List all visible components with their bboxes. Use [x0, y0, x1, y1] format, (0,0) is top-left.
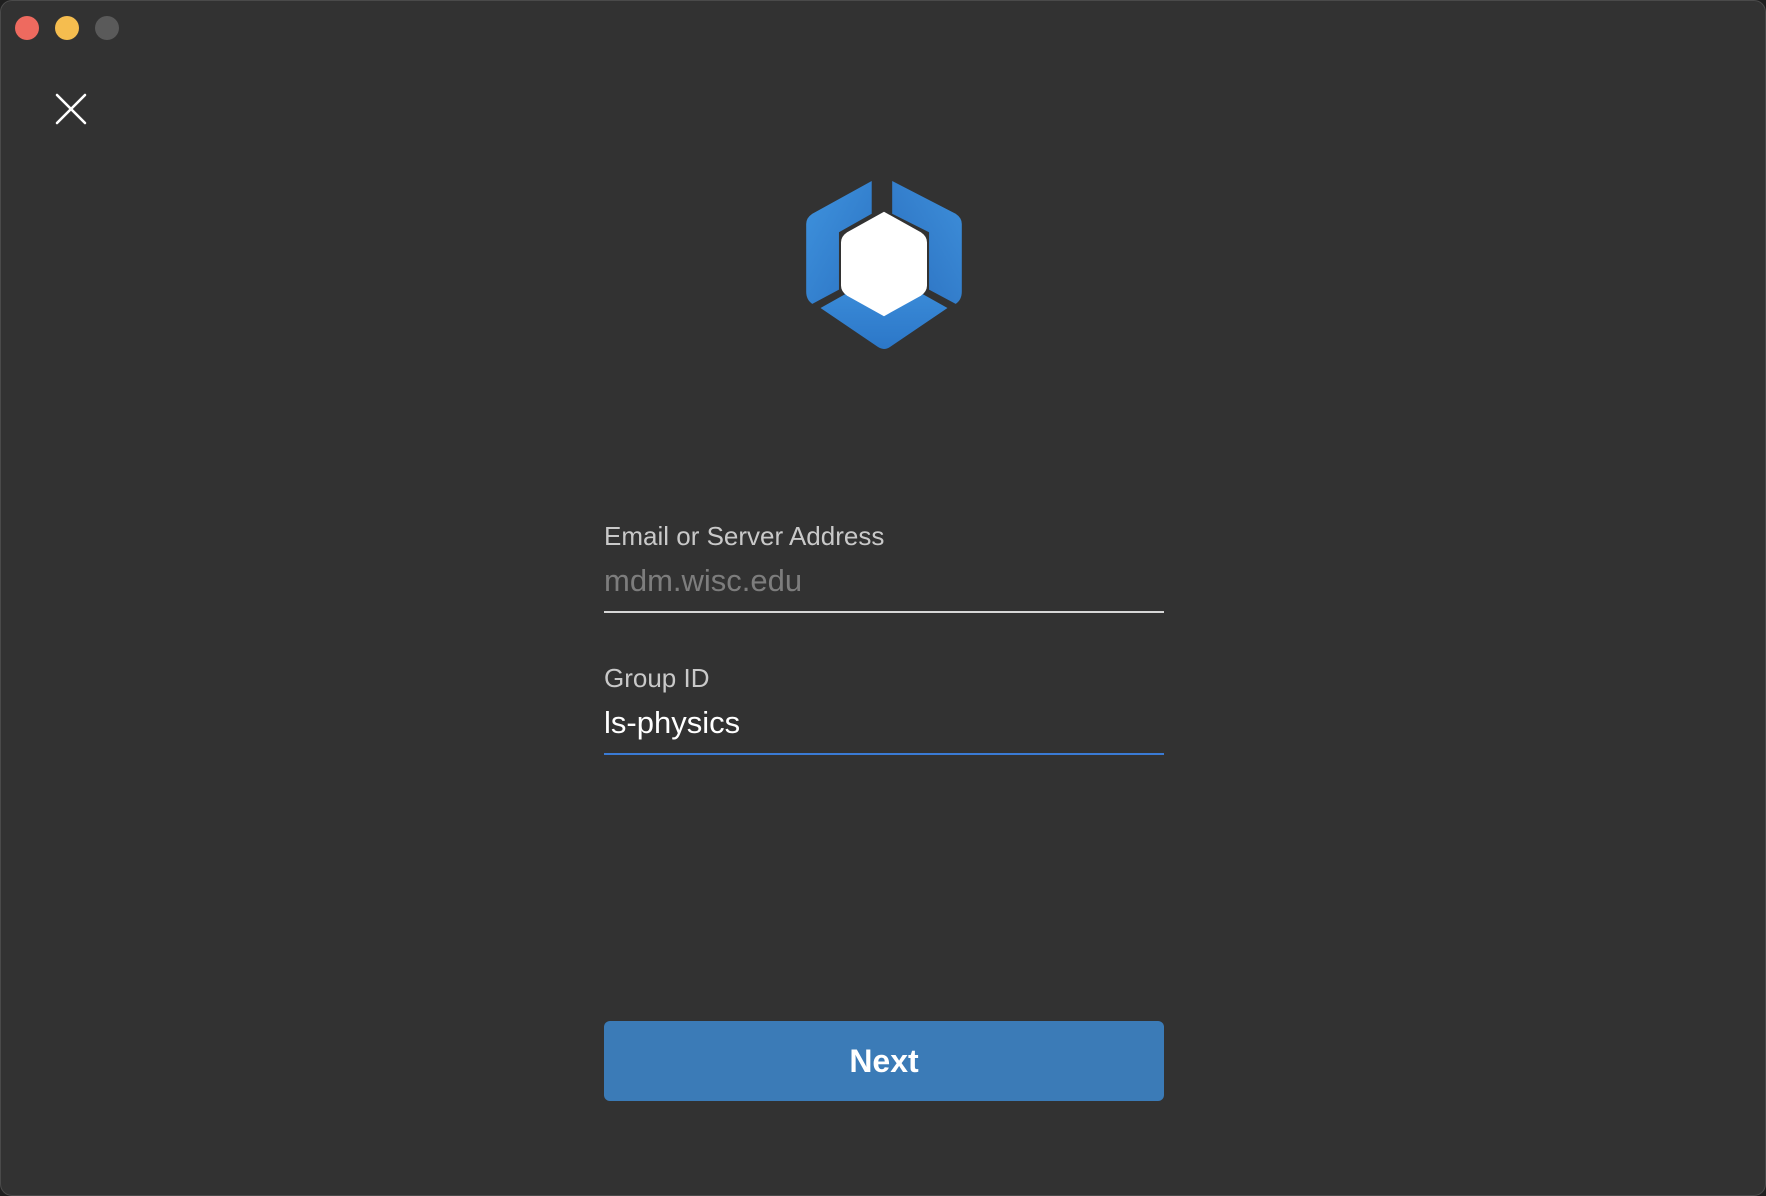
email-field-label: Email or Server Address [604, 521, 885, 551]
window-minimize-button[interactable] [55, 16, 79, 40]
app-window: Email or Server Address Group ID Next [0, 0, 1766, 1196]
group-id-field-label: Group ID [604, 663, 710, 693]
email-field-group: Email or Server Address [604, 521, 1164, 613]
group-id-field-group: Group ID [604, 663, 1164, 755]
next-button[interactable]: Next [604, 1021, 1164, 1101]
window-close-button[interactable] [15, 16, 39, 40]
email-field[interactable] [604, 563, 1164, 613]
group-id-field[interactable] [604, 705, 1164, 755]
window-zoom-button[interactable] [95, 16, 119, 40]
app-logo-icon [801, 179, 967, 351]
close-icon[interactable] [53, 91, 89, 127]
